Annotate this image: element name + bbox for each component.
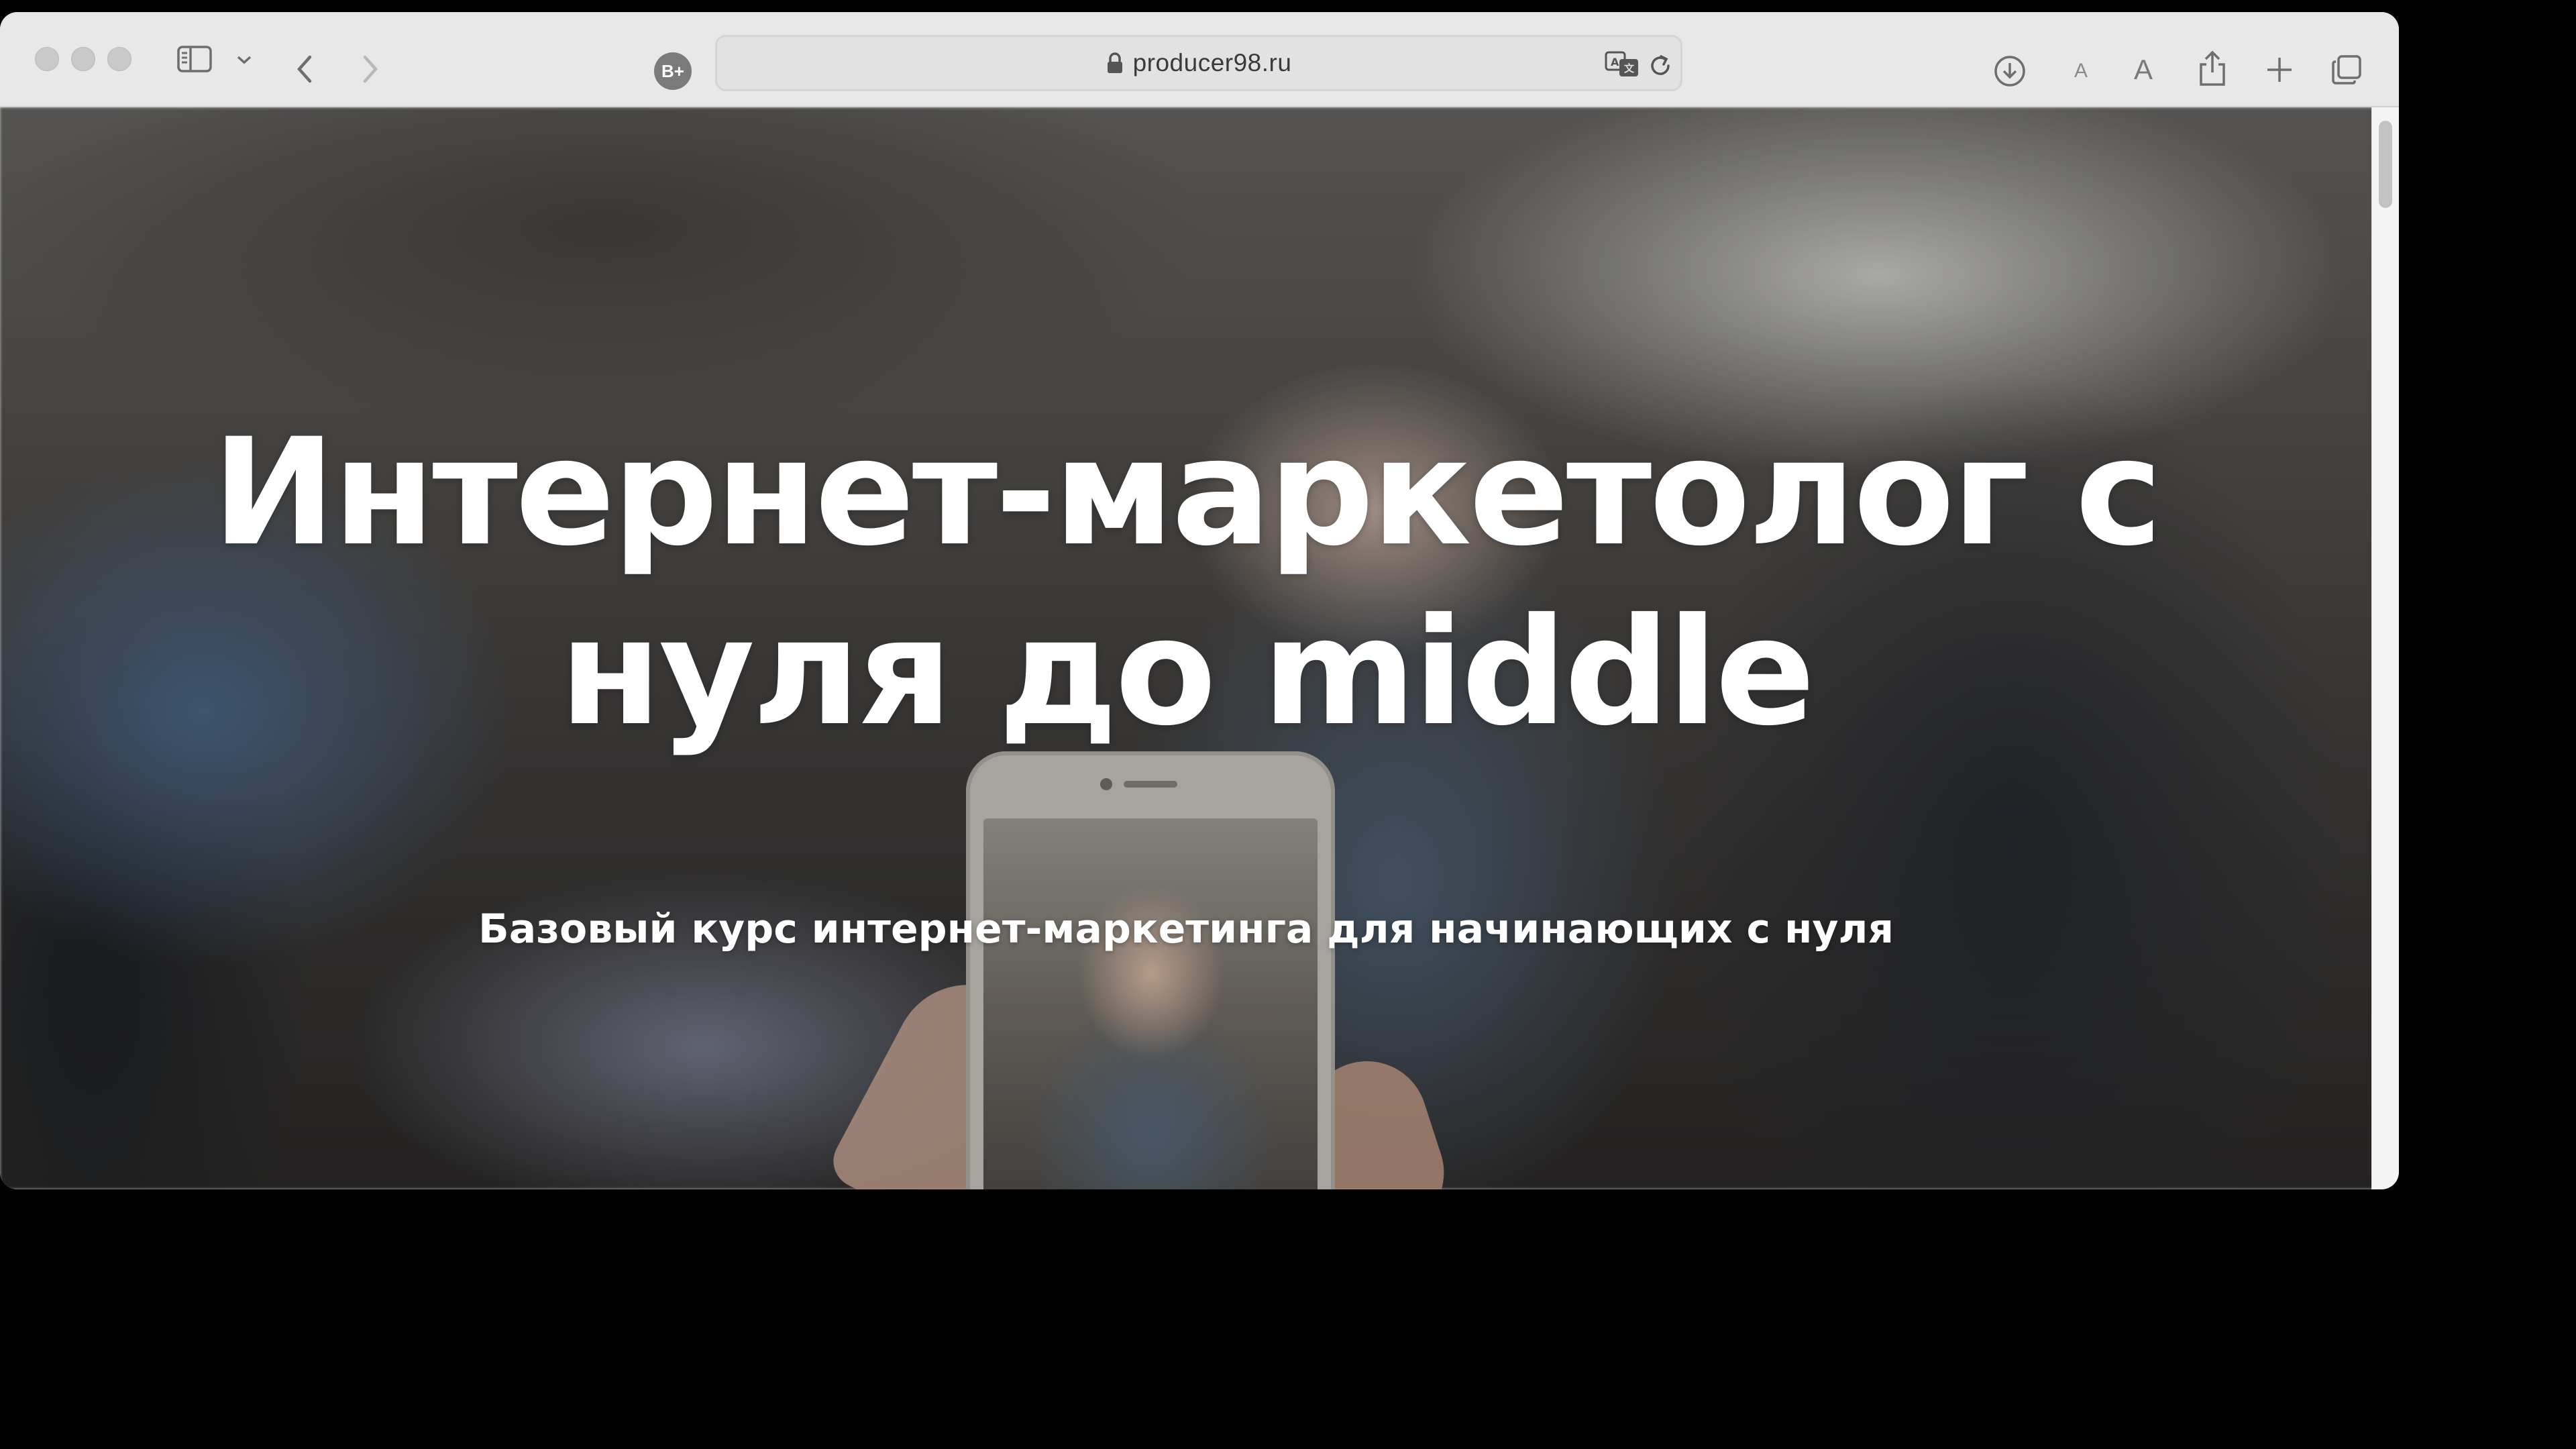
- reload-icon[interactable]: [1646, 49, 1675, 83]
- hero-title: Интернет-маркетолог с нуля до middle: [0, 402, 2372, 762]
- url-text: producer98.ru: [1132, 49, 1292, 76]
- url-display[interactable]: producer98.ru: [717, 37, 1680, 89]
- tabs-icon[interactable]: [2328, 51, 2365, 89]
- translate-icon[interactable]: A 文: [1603, 46, 1643, 83]
- extension-badge[interactable]: B+: [654, 52, 692, 90]
- hero-subtitle: Базовый курс интернет-маркетинга для нач…: [478, 906, 1894, 953]
- scrollbar-thumb[interactable]: [2379, 121, 2392, 208]
- close-window-button[interactable]: [35, 47, 59, 71]
- address-bar[interactable]: producer98.ru A 文: [715, 35, 1682, 91]
- text-smaller-button[interactable]: A: [2066, 52, 2096, 90]
- lock-icon: [1106, 52, 1124, 74]
- chevron-right-icon[interactable]: [356, 52, 385, 86]
- svg-text:A: A: [1611, 56, 1619, 68]
- browser-toolbar: B+ producer98.ru A 文 A A: [0, 12, 2399, 107]
- share-icon[interactable]: [2194, 47, 2231, 90]
- chevron-down-icon[interactable]: [232, 51, 256, 68]
- hero-title-line2: нуля до middle: [559, 586, 1815, 758]
- page-content: Интернет-маркетолог с нуля до middle Баз…: [0, 107, 2399, 1189]
- hero-title-line1: Интернет-маркетолог с: [212, 407, 2163, 578]
- sidebar-icon[interactable]: [176, 44, 213, 74]
- plus-icon[interactable]: [2261, 51, 2298, 89]
- chevron-left-icon[interactable]: [290, 52, 319, 86]
- text-larger-button[interactable]: A: [2127, 50, 2160, 90]
- vertical-scrollbar[interactable]: [2371, 107, 2399, 1189]
- download-icon[interactable]: [1991, 52, 2029, 90]
- minimize-window-button[interactable]: [71, 47, 95, 71]
- browser-window: B+ producer98.ru A 文 A A Интернет-маркет…: [0, 12, 2399, 1189]
- zoom-window-button[interactable]: [107, 47, 131, 71]
- svg-text:文: 文: [1624, 62, 1635, 74]
